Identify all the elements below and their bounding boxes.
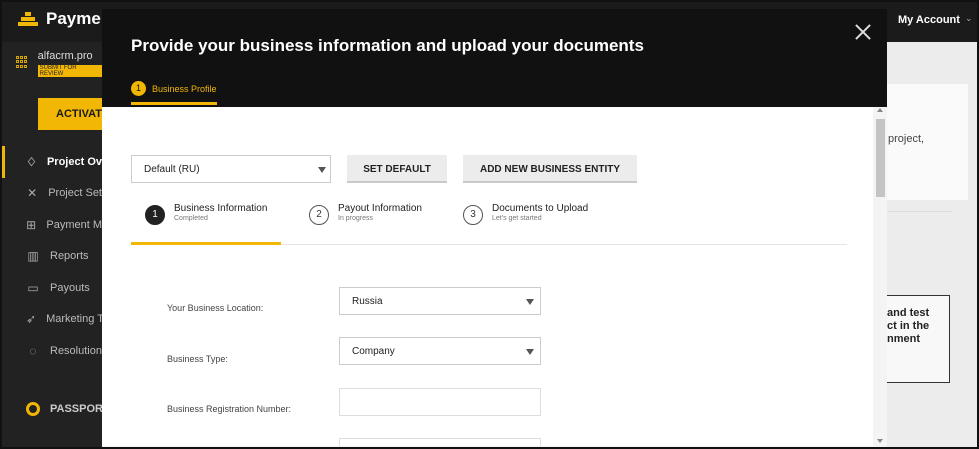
screen-frame: Payme My Account ⌄ alfacrm.pro SUBMIT FO… xyxy=(0,0,979,449)
active-step-indicator xyxy=(131,242,281,245)
logo-text: Payme xyxy=(46,9,101,28)
step-number: 3 xyxy=(463,205,483,225)
apps-grid-icon xyxy=(16,56,28,68)
business-entity-select[interactable]: Default (RU) xyxy=(131,155,331,183)
sidebar-item-reports[interactable]: ▥ Reports xyxy=(2,241,102,273)
scroll-down-icon[interactable] xyxy=(877,439,883,443)
add-business-entity-button[interactable]: ADD NEW BUSINESS ENTITY xyxy=(463,155,637,183)
hierarchy-icon: ⊞ xyxy=(26,217,37,232)
modal-title: Provide your business information and up… xyxy=(131,36,644,55)
sidebar: alfacrm.pro SUBMIT FOR REVIEW ACTIVAT ♢ … xyxy=(2,42,110,447)
progress-steps: 1 Business Information Completed 2 Payou… xyxy=(131,199,847,245)
my-account-link[interactable]: My Account xyxy=(898,14,960,26)
step-payout-information[interactable]: 2 Payout Information In progress xyxy=(309,203,422,225)
sidebar-item-marketing[interactable]: ➶ Marketing T xyxy=(2,304,104,336)
wallet-icon: ▭ xyxy=(27,280,39,295)
step-number: 2 xyxy=(309,205,329,225)
sidebar-item-payouts[interactable]: ▭ Payouts xyxy=(2,272,102,304)
sidebar-item-label: Marketing T xyxy=(46,313,104,326)
sidebar-item-payment-methods[interactable]: ⊞ Payment M xyxy=(2,209,102,241)
divider xyxy=(886,211,952,212)
chat-icon: ◌ xyxy=(29,343,37,358)
chevron-down-icon[interactable]: ⌄ xyxy=(965,13,973,24)
scroll-thumb[interactable] xyxy=(876,119,885,197)
modal-header: Provide your business information and up… xyxy=(102,9,887,107)
business-info-modal: Provide your business information and up… xyxy=(102,9,887,446)
sidebar-item-label: Reports xyxy=(50,250,89,263)
project-switcher[interactable]: alfacrm.pro SUBMIT FOR REVIEW xyxy=(16,50,102,80)
close-icon[interactable] xyxy=(852,21,874,43)
step-title: Business Information xyxy=(174,203,268,214)
tab-number: 1 xyxy=(131,81,146,96)
diamond-icon: ♢ xyxy=(26,154,37,169)
step-status: Completed xyxy=(174,215,208,222)
set-default-button[interactable]: SET DEFAULT xyxy=(347,155,447,183)
step-documents-to-upload[interactable]: 3 Documents to Upload Let's get started xyxy=(463,203,588,225)
modal-body: Default (RU) SET DEFAULT ADD NEW BUSINES… xyxy=(102,107,887,446)
step-title: Documents to Upload xyxy=(492,203,589,214)
step-status: In progress xyxy=(338,215,374,222)
caret-down-icon xyxy=(526,349,534,355)
sidebar-item-label: Project Set xyxy=(48,187,102,200)
step-title: Payout Information xyxy=(338,203,422,214)
sidebar-item-label: Payment M xyxy=(46,218,102,231)
sidebar-item-project-overview[interactable]: ♢ Project Ov xyxy=(2,146,102,178)
sidebar-item-project-settings[interactable]: ✕ Project Set xyxy=(2,178,102,210)
passport-label: PASSPORT xyxy=(50,403,110,415)
overview-card-text: project, xyxy=(888,133,925,145)
business-location-value: Russia xyxy=(352,296,383,307)
passport-link[interactable]: PASSPORT xyxy=(26,402,110,416)
logo-icon xyxy=(18,12,38,26)
business-type-label: Business Type: xyxy=(167,354,228,364)
sidebar-item-label: Project Ov xyxy=(46,155,102,168)
activate-button[interactable]: ACTIVAT xyxy=(38,98,108,130)
project-status-badge: SUBMIT FOR REVIEW xyxy=(37,65,102,77)
business-entity-value: Default (RU) xyxy=(144,164,200,175)
passport-icon xyxy=(26,402,40,416)
business-type-value: Company xyxy=(352,346,395,357)
rocket-icon: ➶ xyxy=(26,312,37,327)
step-number: 1 xyxy=(145,205,165,225)
sidebar-item-resolution[interactable]: ◌ Resolution xyxy=(2,335,102,367)
scroll-up-icon[interactable] xyxy=(877,108,883,112)
step-status: Let's get started xyxy=(492,215,542,222)
business-location-select[interactable]: Russia xyxy=(339,287,541,315)
registration-number-input[interactable] xyxy=(339,388,541,416)
sidebar-item-label: Resolution xyxy=(50,344,102,357)
sidebar-nav: ♢ Project Ov ✕ Project Set ⊞ Payment M ▥… xyxy=(2,146,104,367)
tab-business-profile[interactable]: 1 Business Profile xyxy=(131,81,217,105)
business-type-select[interactable]: Company xyxy=(339,337,541,365)
bar-chart-icon: ▥ xyxy=(27,249,39,264)
business-location-label: Your Business Location: xyxy=(167,303,264,313)
sidebar-item-label: Payouts xyxy=(50,281,90,294)
caret-down-icon xyxy=(526,299,534,305)
app-logo[interactable]: Payme xyxy=(18,9,101,29)
caret-down-icon xyxy=(318,167,326,173)
tab-label: Business Profile xyxy=(152,83,217,94)
test-project-card-text: and test ct in the nment xyxy=(887,307,930,345)
step-business-information[interactable]: 1 Business Information Completed xyxy=(145,203,267,225)
next-form-field[interactable] xyxy=(339,438,541,446)
project-name: alfacrm.pro xyxy=(37,50,93,62)
tools-icon: ✕ xyxy=(27,186,38,201)
modal-scrollbar[interactable] xyxy=(873,107,887,446)
registration-number-label: Business Registration Number: xyxy=(167,404,292,414)
